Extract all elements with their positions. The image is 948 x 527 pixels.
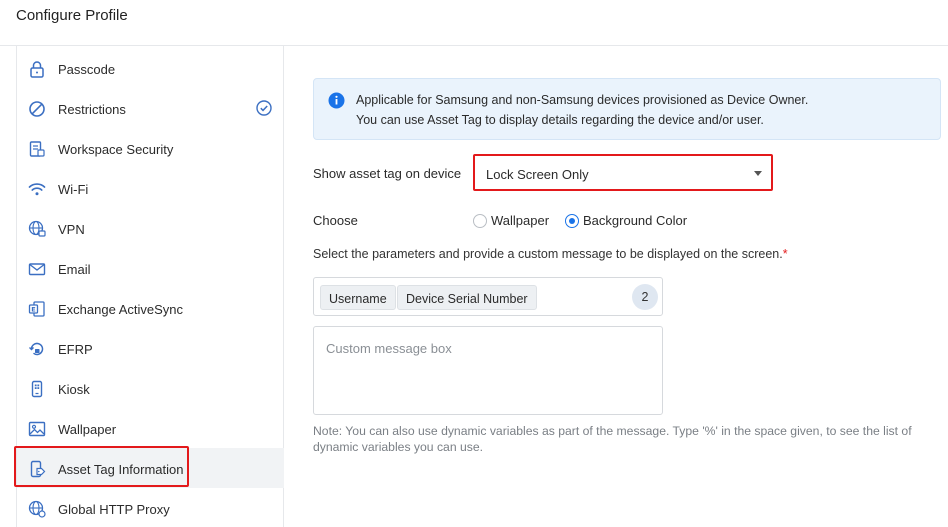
sidebar-item-passcode[interactable]: Passcode	[17, 48, 284, 88]
sidebar-item-label: Restrictions	[58, 102, 126, 117]
sidebar-item-label: Global HTTP Proxy	[58, 502, 170, 517]
sidebar-item-label: EFRP	[58, 342, 93, 357]
required-mark: *	[782, 247, 788, 261]
payload-sidebar: Passcode Restrictions Workspace Security…	[16, 46, 284, 527]
sidebar-item-label: Email	[58, 262, 91, 277]
sidebar-item-exchange-activesync[interactable]: E Exchange ActiveSync	[17, 288, 284, 328]
tag-device-serial-number[interactable]: Device Serial Number	[397, 285, 537, 310]
restriction-icon	[28, 100, 46, 118]
info-banner: Applicable for Samsung and non-Samsung d…	[313, 78, 941, 140]
check-circle-icon	[256, 100, 272, 116]
workspace-security-icon	[28, 140, 46, 158]
parameters-tag-input[interactable]: Username Device Serial Number 2	[313, 277, 663, 316]
radio-circle-checked	[565, 213, 579, 228]
show-asset-tag-value: Lock Screen Only	[486, 167, 589, 182]
asset-tag-panel: Applicable for Samsung and non-Samsung d…	[285, 46, 948, 527]
page-header: Configure Profile	[0, 0, 948, 46]
radio-wallpaper-label: Wallpaper	[491, 213, 550, 228]
parameters-description-text: Select the parameters and provide a cust…	[313, 247, 783, 261]
sidebar-item-wifi[interactable]: Wi-Fi	[17, 168, 284, 208]
asset-tag-icon	[28, 460, 46, 478]
sidebar-item-label: Exchange ActiveSync	[58, 302, 184, 317]
sidebar-item-kiosk[interactable]: Kiosk	[17, 368, 284, 408]
info-icon	[328, 92, 345, 109]
sidebar-item-label: Wi-Fi	[58, 182, 89, 197]
sidebar-item-workspace-security[interactable]: Workspace Security	[17, 128, 284, 168]
sidebar-item-wallpaper[interactable]: Wallpaper	[17, 408, 284, 448]
sidebar-item-label: Workspace Security	[58, 142, 174, 157]
sidebar-item-restrictions[interactable]: Restrictions	[17, 88, 284, 128]
show-asset-tag-select[interactable]: Lock Screen Only	[473, 154, 773, 191]
info-text-line-1: Applicable for Samsung and non-Samsung d…	[356, 93, 809, 107]
kiosk-icon	[28, 380, 46, 398]
wifi-icon	[28, 180, 46, 198]
tag-username[interactable]: Username	[320, 285, 396, 310]
sidebar-item-email[interactable]: Email	[17, 248, 284, 288]
svg-text:E: E	[31, 306, 35, 314]
proxy-globe-icon	[28, 500, 46, 518]
sidebar-item-label: Asset Tag Information	[58, 462, 184, 477]
sidebar-item-label: Kiosk	[58, 382, 90, 397]
choose-label: Choose	[313, 213, 358, 228]
vpn-globe-icon	[28, 220, 46, 238]
mail-icon	[28, 260, 46, 278]
dynamic-variables-note: Note: You can also use dynamic variables…	[313, 424, 912, 454]
image-icon	[28, 420, 46, 438]
sidebar-item-label: VPN	[58, 222, 85, 237]
caret-down-icon	[754, 171, 762, 176]
sidebar-item-global-http-proxy[interactable]: Global HTTP Proxy	[17, 488, 284, 527]
show-asset-tag-label: Show asset tag on device	[313, 166, 462, 181]
info-text-line-2: You can use Asset Tag to display details…	[356, 113, 764, 127]
radio-background-color-label: Background Color	[583, 213, 688, 228]
efrp-icon	[28, 340, 46, 358]
radio-background-color[interactable]: Background Color	[565, 213, 687, 228]
parameters-description: Select the parameters and provide a cust…	[313, 247, 788, 261]
page-title: Configure Profile	[16, 7, 128, 24]
custom-message-textarea[interactable]	[313, 326, 663, 415]
sidebar-item-label: Wallpaper	[58, 422, 117, 437]
sidebar-item-vpn[interactable]: VPN	[17, 208, 284, 248]
radio-circle-unchecked	[473, 213, 487, 228]
sidebar-item-asset-tag-information[interactable]: Asset Tag Information	[17, 448, 284, 488]
radio-wallpaper[interactable]: Wallpaper	[473, 213, 549, 228]
exchange-icon: E	[28, 300, 46, 318]
sidebar-item-efrp[interactable]: EFRP	[17, 328, 284, 368]
lock-icon	[28, 60, 46, 78]
sidebar-item-label: Passcode	[58, 62, 116, 77]
tag-count-badge: 2	[632, 284, 658, 310]
